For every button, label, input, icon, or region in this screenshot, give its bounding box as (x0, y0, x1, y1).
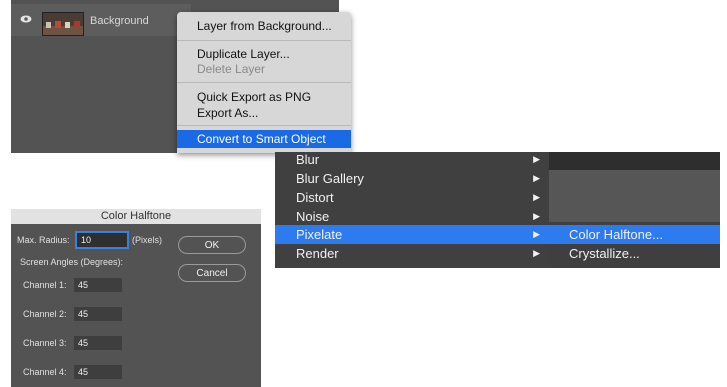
filter-item-label: Blur Gallery (296, 171, 364, 186)
layer-row-background[interactable]: Background (11, 4, 191, 36)
cancel-button[interactable]: Cancel (178, 264, 246, 282)
submenu-arrow-icon: ▶ (533, 173, 540, 183)
filter-item-label: Distort (296, 190, 334, 205)
menu-item-layer-from-background[interactable]: Layer from Background... (177, 17, 351, 35)
filter-item-label: Render (296, 246, 339, 261)
submenu-arrow-icon: ▶ (533, 229, 540, 239)
ok-button[interactable]: OK (178, 236, 246, 254)
filter-item-blur-gallery[interactable]: Blur Gallery ▶ (275, 169, 549, 188)
screen-angles-label: Screen Angles (Degrees): (20, 257, 124, 267)
layers-panel: Background Layer from Background... Dupl… (11, 0, 351, 153)
channel-3-label: Channel 3: (23, 338, 67, 348)
submenu-arrow-icon: ▶ (533, 154, 540, 164)
eye-visibility-icon[interactable] (20, 15, 32, 23)
submenu-item-crystallize[interactable]: Crystallize... (549, 244, 720, 263)
max-radius-unit: (Pixels) (132, 235, 163, 245)
menu-separator (177, 82, 351, 83)
channel-1-label: Channel 1: (23, 280, 67, 290)
dialog-title: Color Halftone (11, 209, 261, 224)
channel-3-input[interactable]: 45 (74, 336, 122, 350)
menu-item-export-as[interactable]: Export As... (177, 104, 351, 122)
filter-item-distort[interactable]: Distort ▶ (275, 188, 549, 207)
layer-name-label: Background (90, 15, 149, 27)
submenu-arrow-icon: ▶ (533, 248, 540, 258)
layer-thumbnail (42, 12, 84, 36)
layer-context-menu: Layer from Background... Duplicate Layer… (177, 12, 351, 153)
channel-4-label: Channel 4: (23, 367, 67, 377)
menu-item-convert-to-smart-object[interactable]: Convert to Smart Object (177, 130, 351, 148)
max-radius-input[interactable]: 10 (77, 233, 127, 247)
filter-item-pixelate[interactable]: Pixelate ▶ (275, 225, 549, 244)
max-radius-label: Max. Radius: (17, 235, 70, 245)
menu-separator (177, 40, 351, 41)
filter-item-label: Noise (296, 209, 330, 224)
channel-2-label: Channel 2: (23, 309, 67, 319)
channel-4-input[interactable]: 45 (74, 365, 122, 379)
filter-item-render[interactable]: Render ▶ (275, 244, 549, 263)
filter-item-label: Blur (296, 152, 320, 167)
channel-1-input[interactable]: 45 (74, 278, 122, 292)
submenu-item-color-halftone[interactable]: Color Halftone... (549, 225, 720, 244)
submenu-arrow-icon: ▶ (533, 211, 540, 221)
filter-item-blur[interactable]: Blur ▶ (275, 152, 549, 169)
menu-bar-strip (549, 152, 720, 170)
channel-2-input[interactable]: 45 (74, 307, 122, 321)
submenu-arrow-icon: ▶ (533, 192, 540, 202)
filter-item-noise[interactable]: Noise ▶ (275, 207, 549, 226)
menu-separator (177, 125, 351, 126)
color-halftone-dialog: Color Halftone Max. Radius: 10 (Pixels) … (11, 209, 261, 387)
filter-item-label: Pixelate (296, 227, 343, 242)
menu-item-delete-layer: Delete Layer (197, 62, 266, 76)
filter-menu: Blur ▶ Blur Gallery ▶ Distort ▶ Noise ▶ … (275, 152, 720, 268)
